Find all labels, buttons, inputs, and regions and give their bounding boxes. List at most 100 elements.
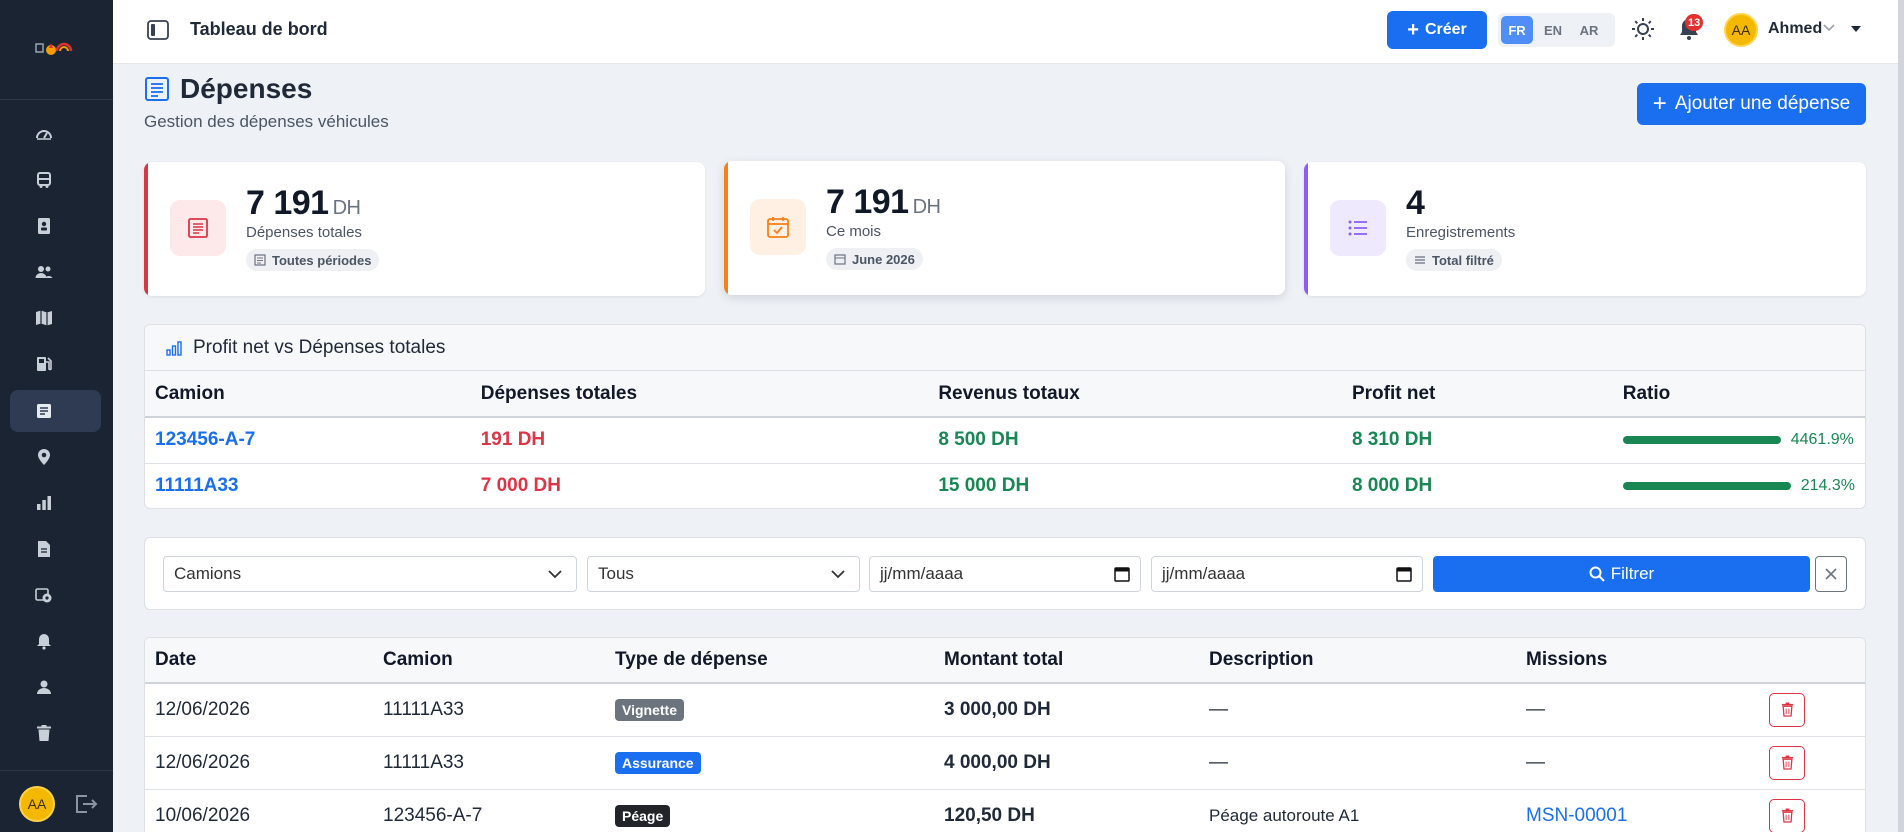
logout-icon[interactable] xyxy=(74,793,98,815)
sidebar-item-maintenance[interactable] xyxy=(10,574,101,616)
trash-icon xyxy=(37,725,51,741)
calendar-icon xyxy=(834,254,846,265)
column-header[interactable]: Ratio xyxy=(1612,371,1865,418)
sidebar-item-dashboard[interactable] xyxy=(10,113,101,155)
calendar-icon[interactable] xyxy=(1114,566,1130,582)
fuel-icon xyxy=(37,357,52,371)
plus-icon: + xyxy=(1407,19,1419,41)
truck-select[interactable]: Camions xyxy=(163,556,577,592)
expenses-table: Date Camion Type de dépense Montant tota… xyxy=(145,638,1865,832)
column-header[interactable]: Camion xyxy=(373,638,605,684)
sidebar-item-locations[interactable] xyxy=(10,436,101,478)
profit-value: 8 310 DH xyxy=(1351,429,1433,451)
sidebar-item-trucks[interactable] xyxy=(10,159,101,201)
stat-label: Enregistrements xyxy=(1406,224,1516,241)
trash-icon xyxy=(1781,755,1793,770)
sidebar-footer: AA xyxy=(0,770,113,832)
ratio-value: 4461.9% xyxy=(1790,431,1854,449)
column-header[interactable]: Date xyxy=(145,638,373,684)
create-button[interactable]: + Créer xyxy=(1387,11,1487,49)
type-select[interactable]: Tous xyxy=(587,556,860,592)
mission-link[interactable]: MSN-00001 xyxy=(1526,805,1627,826)
app-logo[interactable] xyxy=(33,37,75,59)
table-row: 12/06/2026 11111A33 Assurance 4 000,00 D… xyxy=(145,736,1865,790)
expense-type-badge: Péage xyxy=(615,804,671,827)
revenue-value: 15 000 DH xyxy=(938,474,1030,496)
sun-icon[interactable] xyxy=(1631,17,1655,41)
lang-fr-button[interactable]: FR xyxy=(1501,16,1533,44)
card-accent-bar xyxy=(724,161,728,295)
add-expense-button[interactable]: + Ajouter une dépense xyxy=(1637,83,1866,125)
truck-cell: 11111A33 xyxy=(373,736,605,790)
profit-table: Camion Dépenses totales Revenus totaux P… xyxy=(145,371,1865,508)
sidebar-item-expenses[interactable] xyxy=(10,390,101,432)
plus-icon: + xyxy=(1652,90,1667,117)
user-avatar[interactable]: AA xyxy=(1724,13,1758,47)
delete-button[interactable] xyxy=(1769,692,1805,727)
profit-panel-title: Profit net vs Dépenses totales xyxy=(193,336,446,358)
column-header[interactable]: Montant total xyxy=(934,638,1199,684)
sidebar-item-map[interactable] xyxy=(10,297,101,339)
expenses-page-icon xyxy=(145,77,169,101)
dashboard-icon xyxy=(36,130,52,140)
close-icon xyxy=(1825,568,1837,580)
profit-panel: Profit net vs Dépenses totales Camion Dé… xyxy=(144,324,1866,509)
card-accent-bar xyxy=(144,162,148,296)
column-header[interactable]: Camion xyxy=(145,371,471,418)
expense-type-badge: Vignette xyxy=(615,698,684,721)
card-icon-box xyxy=(170,200,226,256)
column-header[interactable]: Revenus totaux xyxy=(928,371,1342,418)
description-cell: — xyxy=(1199,683,1516,737)
chevron-down-icon[interactable] xyxy=(1823,23,1835,33)
stat-value: 4 xyxy=(1406,184,1425,222)
expenses-value: 7 000 DH xyxy=(480,474,562,496)
column-header[interactable]: Description xyxy=(1199,638,1516,684)
truck-link[interactable]: 123456-A-7 xyxy=(155,429,255,450)
trash-icon xyxy=(1781,808,1793,823)
truck-cell: 11111A33 xyxy=(373,683,605,737)
mission-cell: — xyxy=(1516,736,1759,790)
chevron-down-icon xyxy=(548,570,562,579)
column-header[interactable]: Missions xyxy=(1516,638,1759,684)
sidebar-divider xyxy=(0,99,113,100)
truck-link[interactable]: 11111A33 xyxy=(155,475,239,496)
page-scrollbar[interactable] xyxy=(1898,0,1904,832)
column-header[interactable]: Profit net xyxy=(1341,371,1613,418)
header-title: Tableau de bord xyxy=(190,19,328,39)
ratio-bar xyxy=(1622,481,1791,490)
search-icon xyxy=(1589,566,1605,582)
sidebar-item-documents[interactable] xyxy=(10,528,101,570)
lang-en-button[interactable]: EN xyxy=(1537,16,1569,44)
sidebar-item-reports[interactable] xyxy=(10,482,101,524)
user-name[interactable]: Ahmed xyxy=(1768,20,1822,38)
date-to-field[interactable]: jj/mm/aaaa xyxy=(1151,556,1423,592)
column-header-actions xyxy=(1759,638,1865,684)
sidebar-toggle-icon[interactable] xyxy=(147,20,169,40)
column-header[interactable]: Type de dépense xyxy=(605,638,934,684)
amount-cell: 3 000,00 DH xyxy=(934,683,1199,737)
sidebar-item-users[interactable] xyxy=(10,251,101,293)
column-header[interactable]: Dépenses totales xyxy=(470,371,929,418)
stat-value: 7 191 DH xyxy=(246,184,361,222)
clear-filter-button[interactable] xyxy=(1815,556,1847,592)
delete-button[interactable] xyxy=(1769,798,1805,832)
calendar-icon[interactable] xyxy=(1396,566,1412,582)
sidebar-item-notifications[interactable] xyxy=(10,620,101,662)
stat-label: Ce mois xyxy=(826,223,882,240)
delete-button[interactable] xyxy=(1769,745,1805,780)
caret-down-icon[interactable] xyxy=(1850,24,1862,34)
sidebar-item-fuel[interactable] xyxy=(10,343,101,385)
sidebar-item-drivers[interactable] xyxy=(10,205,101,247)
lang-ar-button[interactable]: AR xyxy=(1573,16,1605,44)
filter-button[interactable]: Filtrer xyxy=(1433,556,1810,592)
date-from-field[interactable]: jj/mm/aaaa xyxy=(869,556,1141,592)
driver-card-icon xyxy=(38,218,50,234)
sidebar-item-trash[interactable] xyxy=(10,712,101,754)
truck-select-value: Camions xyxy=(174,564,242,583)
card-icon-box xyxy=(750,199,806,255)
sidebar-user-avatar[interactable]: AA xyxy=(19,786,55,822)
ratio-value: 214.3% xyxy=(1800,476,1855,494)
truck-cell: 123456-A-7 xyxy=(373,789,605,832)
mission-cell: — xyxy=(1516,683,1759,737)
sidebar-item-profile[interactable] xyxy=(10,666,101,708)
